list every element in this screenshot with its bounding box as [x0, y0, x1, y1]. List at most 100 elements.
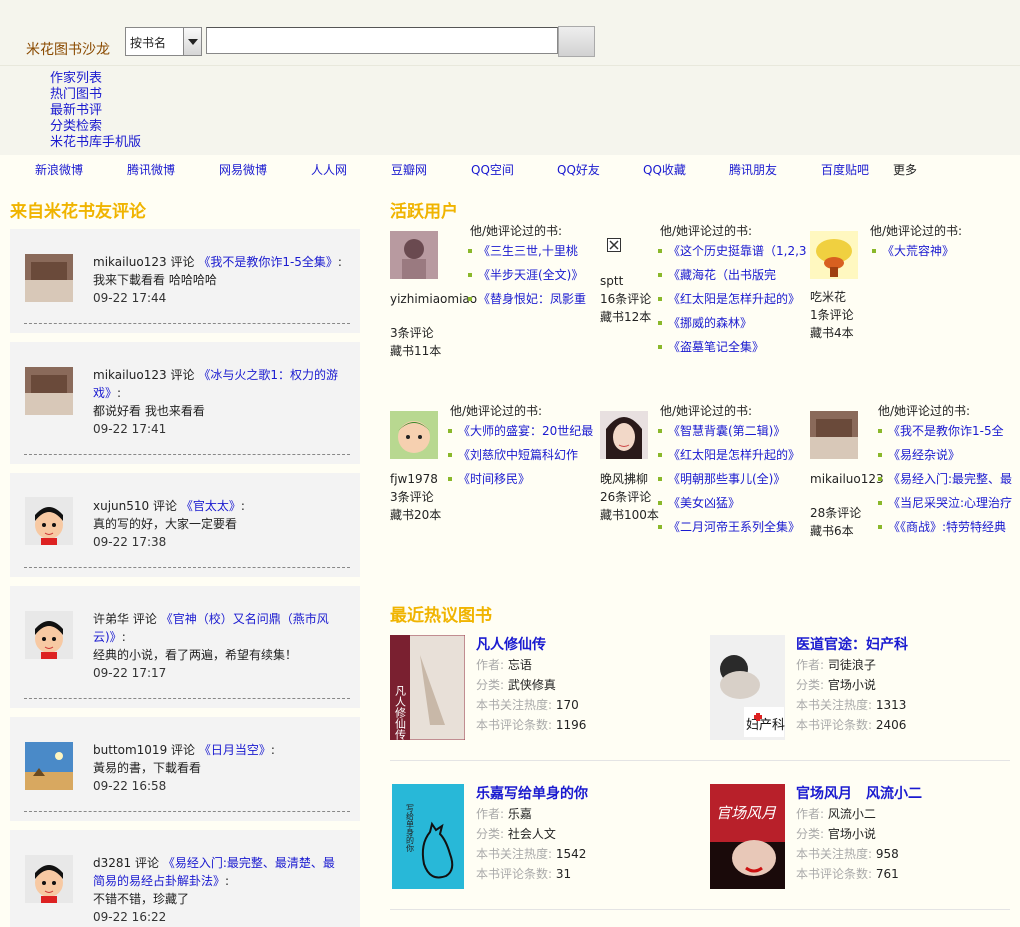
book-card: 妇产科 医道官途：妇产科 作者: 司徒浪子 分类: 官场小说 本书关注热度: 1… [710, 635, 1015, 740]
reviewed-book-link[interactable]: 《明朝那些事儿(全)》 [668, 472, 785, 486]
share-sina-weibo[interactable]: 新浪微博 [35, 163, 83, 177]
user-name[interactable]: fjw1978 [390, 470, 441, 488]
comment-book-link[interactable]: 《官神（校）又名问鼎（燕市风云)》 [93, 612, 329, 644]
avatar[interactable] [25, 497, 73, 545]
nav-category-search[interactable]: 分类检索 [50, 119, 102, 134]
search-type-select[interactable]: 按书名 [125, 27, 202, 56]
reviewed-books: 《我不是教你诈1-5全 《易经杂说》 《易经入门:最完整、最 《当尼采哭泣:心理… [878, 422, 1015, 542]
share-qq-friend[interactable]: QQ好友 [557, 163, 600, 177]
book-cover[interactable]: 妇产科 [710, 635, 785, 740]
site-logo[interactable]: 米花图书沙龙 [26, 39, 110, 59]
avatar[interactable] [810, 231, 858, 279]
nav-hot-books[interactable]: 热门图书 [50, 87, 102, 102]
chevron-down-icon[interactable] [183, 28, 201, 55]
divider [24, 698, 350, 699]
comments-section-title: 来自米花书友评论 [10, 202, 146, 222]
divider [24, 811, 350, 812]
nav-mobile-version[interactable]: 米花书库手机版 [50, 135, 141, 150]
share-tencent-pengyou[interactable]: 腾讯朋友 [729, 163, 777, 177]
user-name[interactable]: mikailuo123 [810, 470, 884, 488]
comment-book-link[interactable]: 《我不是教你诈1-5全集》 [198, 255, 338, 269]
book-title-link[interactable]: 医道官途：妇产科 [796, 637, 908, 653]
reviewed-book-link[interactable]: 《易经杂说》 [888, 448, 960, 462]
book-title-link[interactable]: 凡人修仙传 [476, 637, 546, 653]
comment-user[interactable]: d3281 [93, 856, 131, 870]
avatar[interactable] [810, 411, 858, 459]
reviewed-book-link[interactable]: 《挪威的森林》 [668, 316, 752, 330]
reviewed-book-link[interactable]: 《红太阳是怎样升起的》 [668, 292, 800, 306]
share-more[interactable]: 更多 [893, 161, 917, 178]
avatar[interactable] [25, 742, 73, 790]
search-input[interactable] [206, 27, 558, 54]
nav-author-list[interactable]: 作家列表 [50, 71, 102, 86]
user-collection-count: 藏书6本 [810, 524, 854, 538]
avatar[interactable] [600, 411, 648, 459]
nav-latest-reviews[interactable]: 最新书评 [50, 103, 102, 118]
reviewed-book-link[interactable]: 《二月河帝王系列全集》 [668, 520, 800, 534]
avatar[interactable] [25, 611, 73, 659]
comment-book-link[interactable]: 《官太太》 [181, 499, 241, 513]
user-name[interactable]: 晚风拂柳 [600, 470, 659, 488]
comment-user[interactable]: mikailuo123 [93, 255, 167, 269]
user-collection-count: 藏书4本 [810, 326, 854, 340]
comment-user[interactable]: mikailuo123 [93, 368, 167, 382]
site-header: 米花图书沙龙 按书名 作家列表 热门图书 最新书评 分类检索 米花书库手机版 [0, 0, 1020, 155]
share-qq-favorites[interactable]: QQ收藏 [643, 163, 686, 177]
reviewed-book-link[interactable]: 《智慧背囊(第二辑)》 [668, 424, 785, 438]
book-heat: 958 [875, 847, 899, 861]
reviewed-book-link[interactable]: 《盗墓笔记全集》 [668, 340, 764, 354]
book-cover[interactable]: 写给单身的你 [390, 784, 465, 889]
reviewed-book-link[interactable]: 《美女凶猛》 [668, 496, 740, 510]
share-tencent-weibo[interactable]: 腾讯微博 [127, 163, 175, 177]
share-qzone[interactable]: QQ空间 [471, 163, 514, 177]
cover-text: 官场风月 [716, 804, 777, 822]
reviewed-book-link[interactable]: 《半步天涯(全文)》 [478, 268, 583, 282]
broken-image-icon[interactable] [607, 238, 621, 252]
share-douban[interactable]: 豆瓣网 [391, 163, 427, 177]
share-baidu-tieba[interactable]: 百度贴吧 [821, 163, 869, 177]
reviewed-books: 《大师的盛宴：20世纪最 《刘慈欣中短篇科幻作 《时间移民》 [448, 422, 598, 494]
reviewed-book-link[interactable]: 《藏海花（出书版完 [668, 268, 776, 282]
avatar[interactable] [390, 411, 438, 459]
reviewed-book-link[interactable]: 《大荒容神》 [882, 244, 954, 258]
reviewed-book-link[interactable]: 《红太阳是怎样升起的》 [668, 448, 800, 462]
avatar[interactable] [390, 231, 438, 279]
reviewed-book-link[interactable]: 《易经入门:最完整、最 [888, 472, 1012, 486]
avatar[interactable] [25, 855, 73, 903]
reviewed-book-link[interactable]: 《这个历史挺靠谱（1,2,3 [668, 244, 807, 258]
user-review-count: 26条评论 [600, 490, 652, 504]
reviewed-book-link[interactable]: 《大师的盛宴：20世纪最 [458, 424, 593, 438]
comment-user[interactable]: buttom1019 [93, 743, 167, 757]
comment-colon: : [240, 499, 245, 513]
reviewed-book-link[interactable]: 《我不是教你诈1-5全 [888, 424, 1004, 438]
comment-user[interactable]: xujun510 [93, 499, 149, 513]
share-netease-weibo[interactable]: 网易微博 [219, 163, 267, 177]
book-review-count: 31 [555, 867, 572, 881]
book-review-count: 2406 [875, 718, 907, 732]
reviewed-book-link[interactable]: 《《商战》:特劳特经典 [888, 520, 1006, 534]
avatar[interactable] [25, 254, 73, 302]
user-name[interactable]: sptt [600, 272, 651, 290]
book-title-link[interactable]: 乐嘉写给单身的你 [476, 786, 588, 802]
avatar[interactable] [25, 367, 73, 415]
book-title-link[interactable]: 官场风月 风流小二 [796, 786, 922, 802]
book-cover[interactable]: 凡人修仙传 [390, 635, 465, 740]
book-cover[interactable]: 官场风月 [710, 784, 785, 889]
reviewed-book-link[interactable]: 《三生三世,十里桃 [478, 244, 578, 258]
comment-book-link[interactable]: 《日月当空》 [199, 743, 271, 757]
share-renren[interactable]: 人人网 [311, 163, 347, 177]
user-collection-count: 藏书100本 [600, 508, 659, 522]
comment-user[interactable]: 许弟华 [93, 612, 129, 626]
user-name[interactable]: 吃米花 [810, 288, 854, 306]
search-button[interactable] [558, 26, 595, 57]
user-review-count: 28条评论 [810, 506, 862, 520]
comment-time: 09-22 17:44 [93, 291, 167, 305]
reviewed-book-link[interactable]: 《时间移民》 [458, 472, 530, 486]
user-name[interactable]: yizhimiaomiao [390, 290, 477, 308]
comment-text: 不错不错，珍藏了 [93, 892, 190, 906]
reviewed-book-link[interactable]: 《当尼采哭泣:心理治疗 [888, 496, 1012, 510]
reviewed-book-link[interactable]: 《替身恨妃：凤影重 [478, 292, 586, 306]
comment-time: 09-22 16:58 [93, 779, 167, 793]
cover-text: 凡人修仙传 [394, 685, 407, 740]
reviewed-book-link[interactable]: 《刘慈欣中短篇科幻作 [458, 448, 578, 462]
